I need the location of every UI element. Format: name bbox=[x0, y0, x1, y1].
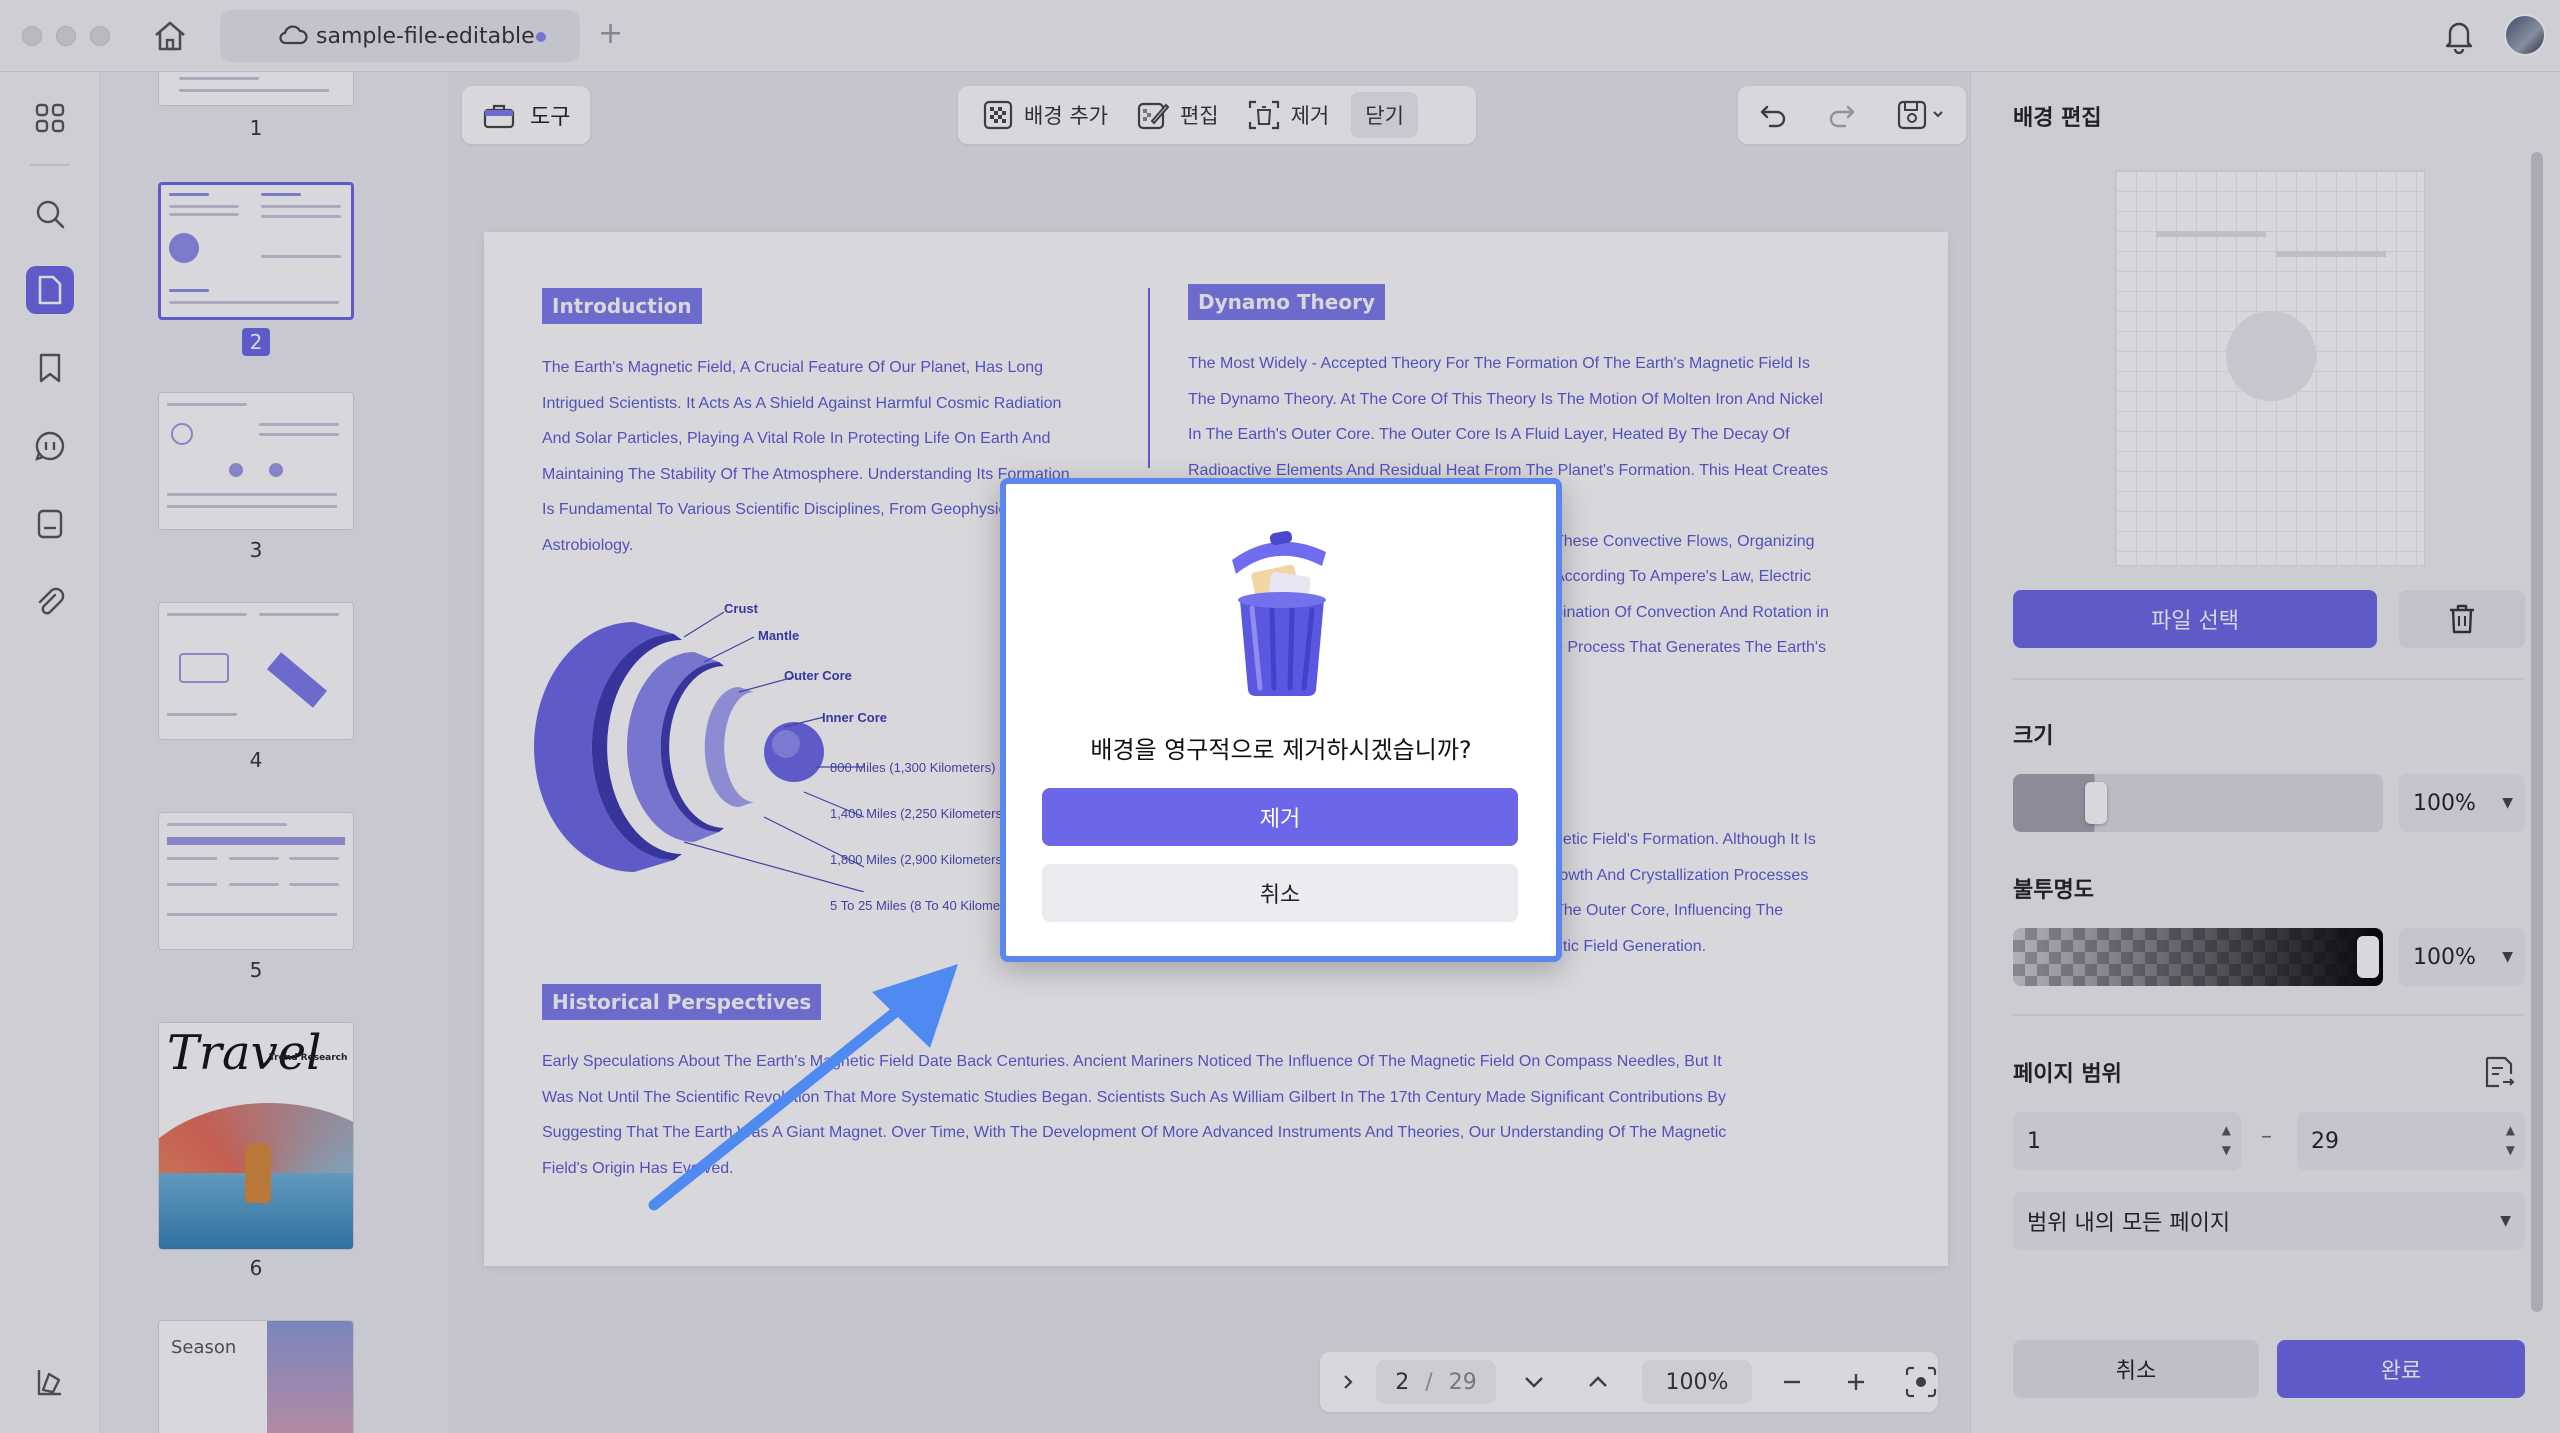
confirm-remove-dialog: 배경을 영구적으로 제거하시겠습니까? 제거 취소 bbox=[1000, 478, 1562, 962]
confirm-remove-button[interactable]: 제거 bbox=[1042, 788, 1518, 846]
dialog-message: 배경을 영구적으로 제거하시겠습니까? bbox=[1090, 736, 1472, 764]
trash-can-icon bbox=[1232, 530, 1326, 696]
dialog-cancel-button[interactable]: 취소 bbox=[1042, 864, 1518, 922]
annotation-arrow bbox=[648, 964, 958, 1211]
